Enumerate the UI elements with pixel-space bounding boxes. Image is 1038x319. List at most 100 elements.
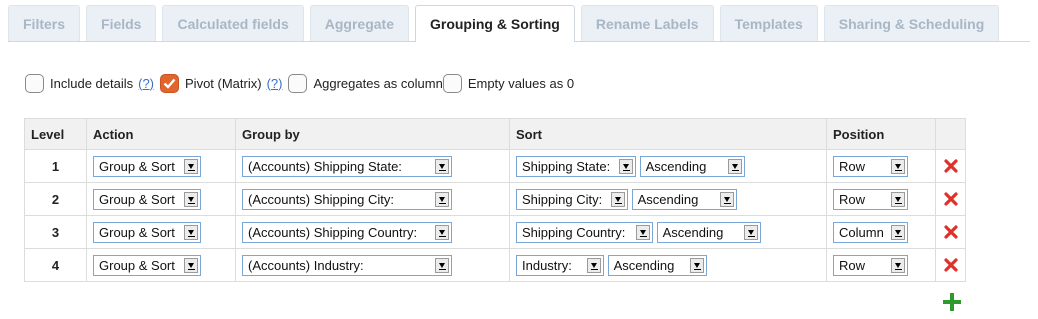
dropdown-arrow-icon — [435, 158, 449, 174]
position-select[interactable]: Row — [833, 188, 908, 210]
dropdown-arrow-icon — [743, 224, 758, 240]
dropdown-arrow-icon — [891, 257, 905, 273]
dropdown-arrow-icon — [184, 191, 198, 207]
tab-grouping-sorting[interactable]: Grouping & Sorting — [414, 5, 575, 42]
action-select[interactable]: Group & Sort — [93, 188, 201, 210]
level-cell: 4 — [24, 248, 87, 282]
dropdown-arrow-icon — [435, 191, 449, 207]
sort-field-value: Shipping Country: — [522, 224, 626, 240]
group-by-value: (Accounts) Shipping State: — [248, 158, 402, 174]
dropdown-arrow-icon — [619, 158, 633, 174]
dropdown-arrow-icon — [184, 158, 198, 174]
sort-order-value: Ascending — [637, 191, 699, 207]
delete-x-icon — [943, 225, 958, 239]
add-row-button[interactable] — [943, 293, 961, 311]
level-cell: 1 — [24, 149, 87, 183]
delete-row-button[interactable] — [936, 225, 965, 239]
dropdown-arrow-icon — [891, 224, 905, 240]
dropdown-arrow-icon — [727, 158, 742, 174]
tab-sharing-scheduling[interactable]: Sharing & Scheduling — [823, 5, 1000, 41]
options-row: Include details (?) Pivot (Matrix) (?) A… — [25, 73, 579, 93]
sort-order-value: Ascending — [645, 158, 707, 174]
dropdown-arrow-icon — [689, 257, 704, 273]
table-row: 3 Group & Sort (Accounts) Shipping Count… — [24, 215, 966, 249]
include-details-checkbox[interactable] — [25, 73, 44, 93]
level-cell: 2 — [24, 182, 87, 216]
position-select[interactable]: Row — [833, 254, 908, 276]
table-row: 2 Group & Sort (Accounts) Shipping City:… — [24, 182, 966, 216]
action-select[interactable]: Group & Sort — [93, 155, 201, 177]
header-actions-empty — [935, 118, 966, 150]
grouping-table: Level Action Group by Sort Position 1 Gr… — [24, 118, 966, 282]
action-value: Group & Sort — [99, 191, 175, 207]
delete-row-button[interactable] — [936, 192, 965, 206]
tab-rename-labels[interactable]: Rename Labels — [580, 5, 714, 41]
group-by-value: (Accounts) Shipping Country: — [248, 224, 418, 240]
empty-values-as-0-checkbox[interactable] — [442, 73, 462, 93]
aggregates-as-column-label: Aggregates as column — [313, 75, 443, 91]
dropdown-arrow-icon — [184, 224, 198, 240]
tab-calculated-fields[interactable]: Calculated fields — [162, 5, 304, 41]
table-row: 1 Group & Sort (Accounts) Shipping State… — [24, 149, 966, 183]
group-by-select[interactable]: (Accounts) Industry: — [242, 254, 452, 276]
dropdown-arrow-icon — [435, 224, 449, 240]
plus-icon — [943, 293, 961, 311]
sort-order-select[interactable]: Ascending — [656, 221, 761, 243]
delete-row-button[interactable] — [936, 159, 965, 173]
header-group-by: Group by — [235, 118, 510, 150]
sort-order-select[interactable]: Ascending — [639, 155, 745, 177]
tab-bar: Filters Fields Calculated fields Aggrega… — [8, 5, 1030, 42]
aggregates-as-column-checkbox[interactable] — [288, 73, 308, 93]
dropdown-arrow-icon — [435, 257, 449, 273]
sort-order-value: Ascending — [662, 224, 724, 240]
sort-field-select[interactable]: Shipping Country: — [516, 221, 653, 243]
sort-field-value: Industry: — [522, 257, 572, 273]
include-details-label: Include details — [50, 75, 134, 91]
sort-field-select[interactable]: Shipping State: — [516, 155, 636, 177]
action-select[interactable]: Group & Sort — [93, 254, 201, 276]
action-value: Group & Sort — [99, 257, 175, 273]
sort-field-value: Shipping City: — [522, 191, 603, 207]
delete-row-button[interactable] — [936, 258, 965, 272]
table-row: 4 Group & Sort (Accounts) Industry: Indu… — [24, 248, 966, 282]
sort-order-value: Ascending — [613, 257, 675, 273]
dropdown-arrow-icon — [587, 257, 601, 273]
action-value: Group & Sort — [99, 224, 175, 240]
pivot-help-link[interactable]: (?) — [267, 76, 283, 91]
position-value: Row — [839, 257, 866, 273]
table-header-row: Level Action Group by Sort Position — [24, 118, 966, 150]
group-by-select[interactable]: (Accounts) Shipping State: — [242, 155, 452, 177]
delete-x-icon — [943, 192, 958, 206]
header-level: Level — [24, 118, 87, 150]
sort-order-select[interactable]: Ascending — [607, 254, 707, 276]
group-by-value: (Accounts) Industry: — [248, 257, 364, 273]
sort-field-select[interactable]: Shipping City: — [516, 188, 628, 210]
pivot-checkbox[interactable] — [160, 73, 180, 93]
pivot-label: Pivot (Matrix) — [185, 75, 262, 91]
tab-fields[interactable]: Fields — [86, 5, 157, 41]
include-details-help-link[interactable]: (?) — [138, 76, 154, 91]
header-sort: Sort — [509, 118, 827, 150]
header-action: Action — [86, 118, 236, 150]
delete-x-icon — [943, 258, 958, 272]
dropdown-arrow-icon — [636, 224, 650, 240]
group-by-value: (Accounts) Shipping City: — [248, 191, 394, 207]
sort-field-select[interactable]: Industry: — [516, 254, 604, 276]
delete-x-icon — [943, 159, 958, 173]
action-select[interactable]: Group & Sort — [93, 221, 201, 243]
sort-order-select[interactable]: Ascending — [631, 188, 737, 210]
dropdown-arrow-icon — [891, 158, 905, 174]
dropdown-arrow-icon — [719, 191, 734, 207]
dropdown-arrow-icon — [611, 191, 625, 207]
position-select[interactable]: Column — [833, 221, 908, 243]
position-value: Row — [839, 191, 866, 207]
tab-aggregate[interactable]: Aggregate — [309, 5, 409, 41]
tab-filters[interactable]: Filters — [8, 5, 81, 41]
group-by-select[interactable]: (Accounts) Shipping City: — [242, 188, 452, 210]
empty-values-as-0-label: Empty values as 0 — [467, 75, 575, 91]
position-value: Column — [839, 224, 884, 240]
position-select[interactable]: Row — [833, 155, 908, 177]
group-by-select[interactable]: (Accounts) Shipping Country: — [242, 221, 452, 243]
tab-templates[interactable]: Templates — [719, 5, 818, 41]
position-value: Row — [839, 158, 866, 174]
